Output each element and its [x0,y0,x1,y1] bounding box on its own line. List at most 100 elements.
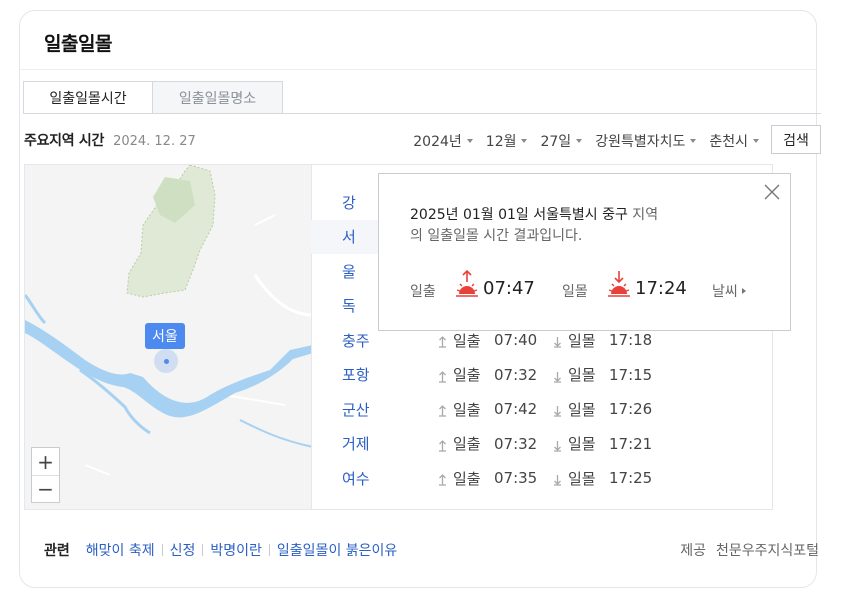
subhead-date: 2024. 12. 27 [113,134,196,149]
popup-result-line1: 2025년 01월 01일 서울특별시 중구 지역 [410,204,658,224]
weather-link[interactable]: 날씨 [712,281,746,301]
city-name[interactable]: 군산 [342,399,370,420]
sunset-time: 17:21 [609,434,653,453]
date-region-selectors: 2024년 12월 27일 강원특별자치도 춘천시 [400,131,759,151]
sunset-label: 일몰 [568,331,596,350]
sunrise-time: 07:42 [494,400,538,418]
popup-sunrise-time: 07:47 [483,278,535,299]
zoom-control: + − [31,447,60,503]
link-divider [202,544,204,556]
day-select[interactable]: 27일 [540,131,583,151]
close-icon[interactable] [763,183,781,201]
sunset-label: 일몰 [568,366,596,384]
sunrise-icon [456,270,478,297]
location-pin-icon[interactable] [164,359,169,364]
tab-sunrise-spots[interactable]: 일출일몰명소 [153,81,283,114]
sunset-label: 일몰 [568,469,596,488]
related-link-new-year[interactable]: 신정 [170,540,196,560]
sunset-time: 17:15 [609,365,653,384]
related-links: 관련 해맞이 축제 신정 박명이란 일출일몰이 붉은이유 [44,540,397,560]
sunrise-small-icon [438,438,447,452]
city-name[interactable]: 서 [342,226,356,247]
month-select[interactable]: 12월 [486,131,528,151]
sunset-label: 일몰 [568,435,596,453]
title-divider [20,69,816,70]
popup-date-location: 2025년 01월 01일 서울특별시 중구 [410,207,628,223]
weather-link-label: 날씨 [712,284,738,300]
zoom-in-button[interactable]: + [32,448,59,475]
related-link-twilight[interactable]: 박명이란 [210,540,262,560]
map[interactable]: 서울 + − [24,164,312,510]
sunset-small-icon [553,403,562,417]
caret-down-icon [576,139,583,143]
zoom-out-button[interactable]: − [32,475,59,502]
provider-label: 제공 [680,543,706,559]
sunset-time: 17:18 [609,331,653,349]
subhead: 주요지역 시간 2024. 12. 27 [24,130,196,150]
city-row[interactable]: 거제 일출 07:32 일몰 17:21 [311,427,773,461]
chevron-right-icon [741,288,746,294]
sunrise-time: 07:32 [494,365,538,384]
sunrise-small-icon [438,334,447,348]
sunset-label: 일몰 [568,400,596,419]
city-row[interactable]: 여수 일출 07:35 일몰 17:25 [311,461,773,495]
subhead-title: 주요지역 시간 [24,133,105,149]
city-name[interactable]: 여수 [342,468,370,489]
link-divider [268,544,270,556]
sunset-icon [608,271,630,297]
sunrise-label: 일출 [453,400,481,419]
city-select-value: 춘천시 [709,134,748,150]
sunrise-label: 일출 [453,435,481,453]
provider-name[interactable]: 천문우주지식포털 [716,540,819,560]
city-name[interactable]: 충주 [342,330,370,351]
sunrise-small-icon [438,403,447,417]
city-name[interactable]: 울 [342,261,356,282]
sunset-small-icon [553,472,562,486]
popup-suffix: 지역 [627,207,659,223]
caret-down-icon [753,139,759,143]
popup-sunset-label: 일몰 [562,284,588,300]
tab-bar: 일출일몰시간 일출일몰명소 [23,81,283,114]
link-divider [161,544,163,556]
card-title: 일출일몰 [44,33,112,55]
related-link-red-sun[interactable]: 일출일몰이 붉은이유 [277,540,397,560]
province-select-value: 강원특별자치도 [595,134,686,150]
caret-down-icon [466,139,473,143]
popup-result-line2: 의 일출일몰 시간 결과입니다. [410,228,583,244]
sunset-time: 17:26 [609,400,653,418]
sunset-small-icon [553,369,562,383]
year-select-value: 2024년 [413,134,462,150]
sunrise-small-icon [438,369,447,383]
seoul-pin-label[interactable]: 서울 [145,323,185,349]
sunrise-time: 07:35 [494,469,538,487]
day-select-value: 27일 [540,134,572,150]
tab-sunrise-time[interactable]: 일출일몰시간 [23,81,153,114]
caret-down-icon [690,139,697,143]
city-select[interactable]: 춘천시 [709,131,759,151]
caret-down-icon [521,139,528,143]
city-name[interactable]: 독 [342,295,356,316]
provider: 제공 천문우주지식포털 [680,540,819,560]
tab-divider [283,113,821,114]
sunset-time: 17:25 [609,469,653,487]
sunrise-small-icon [438,472,447,486]
city-name[interactable]: 포항 [342,364,370,385]
sunrise-label: 일출 [453,469,481,488]
sunrise-time: 07:40 [494,331,538,349]
related-title: 관련 [44,543,70,559]
city-row[interactable]: 군산 일출 07:42 일몰 17:26 [311,392,773,426]
month-select-value: 12월 [485,134,517,150]
province-select[interactable]: 강원특별자치도 [595,131,697,151]
related-link-festival[interactable]: 해맞이 축제 [86,540,155,560]
sunset-small-icon [553,438,562,452]
city-name[interactable]: 거제 [342,433,370,454]
result-popup: 2025년 01월 01일 서울특별시 중구 지역 의 일출일몰 시간 결과입니… [378,173,791,331]
sunrise-label: 일출 [453,331,481,350]
sunrise-time: 07:32 [494,434,538,453]
city-name[interactable]: 강 [342,192,356,213]
search-button[interactable]: 검색 [771,125,821,154]
city-row[interactable]: 포항 일출 07:32 일몰 17:15 [311,358,773,392]
popup-sunset-time: 17:24 [635,278,687,299]
sunset-small-icon [553,334,562,348]
year-select[interactable]: 2024년 [413,131,473,151]
